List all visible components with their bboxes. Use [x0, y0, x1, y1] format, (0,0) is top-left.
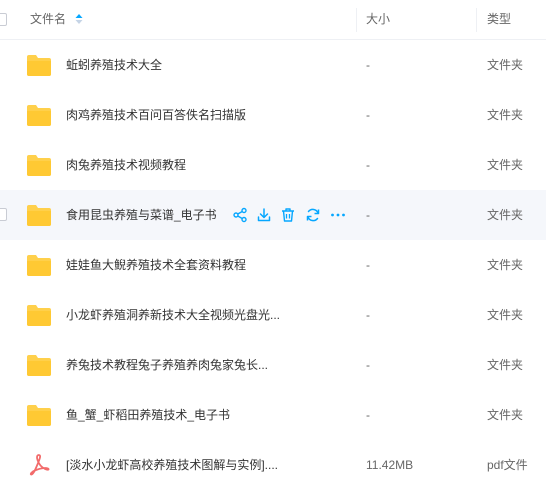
- file-row[interactable]: 鱼_蟹_虾稻田养殖技术_电子书 - 文件夹: [0, 390, 546, 440]
- file-size: -: [366, 408, 370, 422]
- file-type: pdf文件: [487, 458, 528, 472]
- file-row-hovered[interactable]: 食用昆虫养殖与菜谱_电子书 - 文件夹: [0, 190, 546, 240]
- file-size: -: [366, 208, 370, 222]
- file-type: 文件夹: [487, 58, 524, 72]
- file-row[interactable]: 娃娃鱼大鲵养殖技术全套资料教程 - 文件夹: [0, 240, 546, 290]
- delete-icon[interactable]: [279, 206, 297, 224]
- file-name[interactable]: 小龙虾养殖洞养新技术大全视频光盘光...: [66, 290, 280, 340]
- folder-icon: [27, 355, 51, 376]
- folder-icon: [27, 255, 51, 276]
- folder-icon: [27, 155, 51, 176]
- file-type: 文件夹: [487, 408, 524, 422]
- file-type: 文件夹: [487, 358, 524, 372]
- transfer-icon[interactable]: [304, 206, 322, 224]
- column-header-size[interactable]: 大小: [366, 0, 390, 40]
- more-icon[interactable]: [329, 206, 347, 224]
- file-type: 文件夹: [487, 208, 524, 222]
- file-type: 文件夹: [487, 108, 524, 122]
- file-type: 文件夹: [487, 258, 524, 272]
- folder-icon: [27, 305, 51, 326]
- file-row[interactable]: 蚯蚓养殖技术大全 - 文件夹: [0, 40, 546, 90]
- file-size: -: [366, 58, 370, 72]
- folder-icon: [27, 105, 51, 126]
- file-name[interactable]: 肉鸡养殖技术百问百答佚名扫描版: [66, 90, 246, 140]
- pdf-icon: [29, 454, 50, 476]
- folder-icon: [27, 205, 51, 226]
- file-name[interactable]: 娃娃鱼大鲵养殖技术全套资料教程: [66, 240, 246, 290]
- row-checkbox[interactable]: [0, 208, 7, 221]
- share-icon[interactable]: [231, 206, 249, 224]
- file-size: 11.42MB: [366, 458, 414, 472]
- folder-icon: [27, 55, 51, 76]
- select-all-checkbox[interactable]: [0, 13, 7, 26]
- file-size: -: [366, 158, 370, 172]
- download-icon[interactable]: [255, 206, 273, 224]
- file-size: -: [366, 358, 370, 372]
- file-row[interactable]: 养兔技术教程兔子养殖养肉兔家兔长... - 文件夹: [0, 340, 546, 390]
- file-row[interactable]: 肉鸡养殖技术百问百答佚名扫描版 - 文件夹: [0, 90, 546, 140]
- file-type: 文件夹: [487, 308, 524, 322]
- file-list-header: 文件名 大小 类型: [0, 0, 546, 40]
- file-name[interactable]: [淡水小龙虾高校养殖技术图解与实例]....: [66, 440, 278, 486]
- file-size: -: [366, 108, 370, 122]
- column-header-name-label: 文件名: [30, 12, 67, 26]
- file-type: 文件夹: [487, 158, 524, 172]
- file-size: -: [366, 258, 370, 272]
- file-name[interactable]: 养兔技术教程兔子养殖养肉兔家兔长...: [66, 340, 268, 390]
- folder-icon: [27, 405, 51, 426]
- column-header-name[interactable]: 文件名: [30, 0, 83, 40]
- sort-icon[interactable]: [75, 13, 83, 25]
- file-row[interactable]: 小龙虾养殖洞养新技术大全视频光盘光... - 文件夹: [0, 290, 546, 340]
- column-header-type[interactable]: 类型: [487, 0, 511, 40]
- file-name[interactable]: 肉兔养殖技术视频教程: [66, 140, 186, 190]
- file-row[interactable]: [淡水小龙虾高校养殖技术图解与实例].... 11.42MB pdf文件: [0, 440, 546, 486]
- column-divider[interactable]: [476, 8, 477, 32]
- file-name[interactable]: 鱼_蟹_虾稻田养殖技术_电子书: [66, 390, 230, 440]
- file-name[interactable]: 食用昆虫养殖与菜谱_电子书: [66, 190, 217, 240]
- file-name[interactable]: 蚯蚓养殖技术大全: [66, 40, 162, 90]
- column-divider[interactable]: [356, 8, 357, 32]
- file-size: -: [366, 308, 370, 322]
- file-row[interactable]: 肉兔养殖技术视频教程 - 文件夹: [0, 140, 546, 190]
